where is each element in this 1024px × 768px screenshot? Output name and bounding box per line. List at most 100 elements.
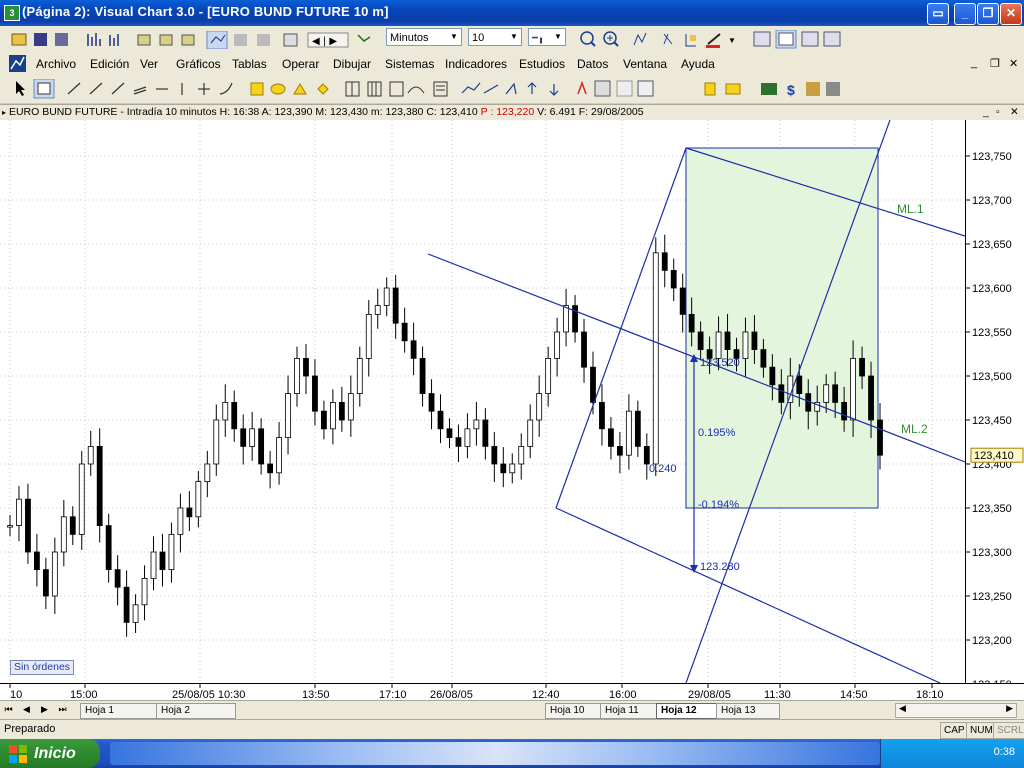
candle-body xyxy=(724,331,731,351)
menu-item[interactable]: Sistemas xyxy=(385,57,434,71)
volume-value: 6.491 xyxy=(549,106,576,118)
candle-body xyxy=(563,305,569,333)
scroll-left-icon[interactable]: ◀ xyxy=(899,703,906,714)
menu-item[interactable]: Ventana xyxy=(623,57,667,71)
chart-document-icon[interactable] xyxy=(8,54,28,74)
period-value-select[interactable]: 10 ▼ xyxy=(468,28,522,46)
price-tick-label: 123,550 xyxy=(972,327,1012,339)
candle-body xyxy=(338,401,345,421)
svg-text:▼: ▼ xyxy=(728,36,736,45)
candle-body xyxy=(213,419,220,465)
candle-body xyxy=(841,401,848,421)
candle-body xyxy=(42,569,49,597)
taskbar-window-button[interactable] xyxy=(110,742,880,765)
chart-style-select[interactable]: ┅╻ ▼ xyxy=(528,28,566,46)
mdi-close-button[interactable]: ✕ xyxy=(1009,57,1018,70)
sheet-tab[interactable]: Hoja 11 xyxy=(600,703,662,719)
menu-item[interactable]: Ayuda xyxy=(681,57,715,71)
drawing-tools[interactable]: $ xyxy=(10,79,850,99)
start-button[interactable]: Inicio xyxy=(0,739,100,768)
candle-body xyxy=(850,357,856,421)
close-label: C: xyxy=(426,106,437,118)
menu-item[interactable]: Indicadores xyxy=(445,57,507,71)
candle-body xyxy=(60,516,67,553)
candle-body xyxy=(312,375,318,412)
percent-down-label: -0.194% xyxy=(698,499,739,511)
sheet-tab-active[interactable]: Hoja 12 xyxy=(656,703,722,719)
mdi-minimize-button[interactable]: _ xyxy=(971,57,977,69)
candle-body xyxy=(500,463,507,474)
orders-status-badge[interactable]: Sin órdenes xyxy=(10,660,75,675)
candle-body xyxy=(105,525,112,571)
price-tick-label: 123,600 xyxy=(972,283,1012,295)
candle-body xyxy=(545,357,552,394)
app-icon[interactable]: 3 xyxy=(4,5,20,21)
candle-body xyxy=(877,419,883,456)
close-button[interactable]: ✕ xyxy=(1000,3,1022,25)
candle-body xyxy=(401,322,408,342)
candle-body xyxy=(518,445,525,465)
candle-body xyxy=(410,340,417,359)
hour-label: H: xyxy=(219,106,231,118)
toolbar-icons-right[interactable]: ▼ xyxy=(578,30,848,50)
next-sheet-icon[interactable]: ▶ xyxy=(38,703,51,716)
candle-body xyxy=(114,569,121,588)
chart-area[interactable]: ML.1 ML.2 123.520 123.280 0.195% -0.194% 0.240 xyxy=(0,120,965,683)
scroll-lock-indicator: SCRL xyxy=(993,722,1024,739)
menu-item[interactable]: Gráficos xyxy=(176,57,221,71)
maximize-button[interactable]: ❐ xyxy=(977,3,999,25)
price-tick-label: 123,250 xyxy=(972,591,1012,603)
price-chart[interactable]: ML.1 ML.2 123.520 123.280 0.195% -0.194% 0.240 xyxy=(0,120,965,683)
candle-body xyxy=(590,366,596,403)
candle-body xyxy=(823,384,830,403)
candle-body xyxy=(509,463,516,474)
menu-item[interactable]: Datos xyxy=(577,57,608,71)
chart-minimize-button[interactable]: _ xyxy=(983,105,989,120)
price-value: 123,220 xyxy=(496,106,535,118)
prev-sheet-icon[interactable]: ◀ xyxy=(20,703,33,716)
candle-body xyxy=(428,393,435,412)
candle-body xyxy=(554,331,561,359)
candle-body xyxy=(482,419,489,447)
candle-body xyxy=(643,445,650,465)
mdi-restore-button[interactable]: ❐ xyxy=(990,57,1000,70)
period-select[interactable]: Minutos ▼ xyxy=(386,28,462,46)
chart-close-button[interactable]: ✕ xyxy=(1010,105,1019,120)
sheet-tab[interactable]: Hoja 1 xyxy=(80,703,160,719)
candle-body xyxy=(240,428,247,447)
first-sheet-icon[interactable]: ⏮ xyxy=(2,703,15,716)
candle-body xyxy=(661,252,668,271)
sheet-tab[interactable]: Hoja 13 xyxy=(716,703,780,719)
menu-item[interactable]: Estudios xyxy=(519,57,565,71)
menu-item[interactable]: Edición xyxy=(90,57,129,71)
restore-window-icon[interactable]: ▭ xyxy=(927,3,949,25)
sheet-tab-bar: ⏮ ◀ ▶ ⏭ Hoja 1 Hoja 2 Hoja 10 Hoja 11 Ho… xyxy=(0,700,1024,719)
sheet-tab[interactable]: Hoja 2 xyxy=(156,703,236,719)
sheet-tab[interactable]: Hoja 10 xyxy=(545,703,605,719)
candle-body xyxy=(177,507,184,535)
menu-item[interactable]: Dibujar xyxy=(333,57,371,71)
candle-body xyxy=(222,401,229,421)
bar-style-icon: ┅╻ xyxy=(532,33,545,44)
toolbar-icons-left[interactable]: ◀ | ▶ xyxy=(10,31,380,49)
collapse-arrow-icon[interactable]: ▸ xyxy=(2,108,6,117)
price-tick-label: 123,700 xyxy=(972,195,1012,207)
open-value: 123,390 xyxy=(274,106,313,118)
candle-body xyxy=(25,498,31,553)
candle-body xyxy=(69,516,76,535)
candle-body xyxy=(329,401,336,430)
candle-body xyxy=(276,437,282,474)
candle-body xyxy=(186,507,193,518)
minimize-button[interactable]: _ xyxy=(954,3,976,25)
horizontal-scrollbar[interactable]: ◀ ▶ xyxy=(895,703,1017,718)
chart-restore-button[interactable]: ▫ xyxy=(996,105,1000,120)
menu-item[interactable]: Archivo xyxy=(36,57,76,71)
menu-item[interactable]: Tablas xyxy=(232,57,267,71)
price-tick-label: 123,750 xyxy=(972,151,1012,163)
candle-body xyxy=(78,463,85,535)
menu-item[interactable]: Operar xyxy=(282,57,319,71)
scroll-right-icon[interactable]: ▶ xyxy=(1006,703,1013,714)
candle-body xyxy=(87,445,94,465)
last-sheet-icon[interactable]: ⏭ xyxy=(56,703,69,716)
menu-item[interactable]: Ver xyxy=(140,57,158,71)
